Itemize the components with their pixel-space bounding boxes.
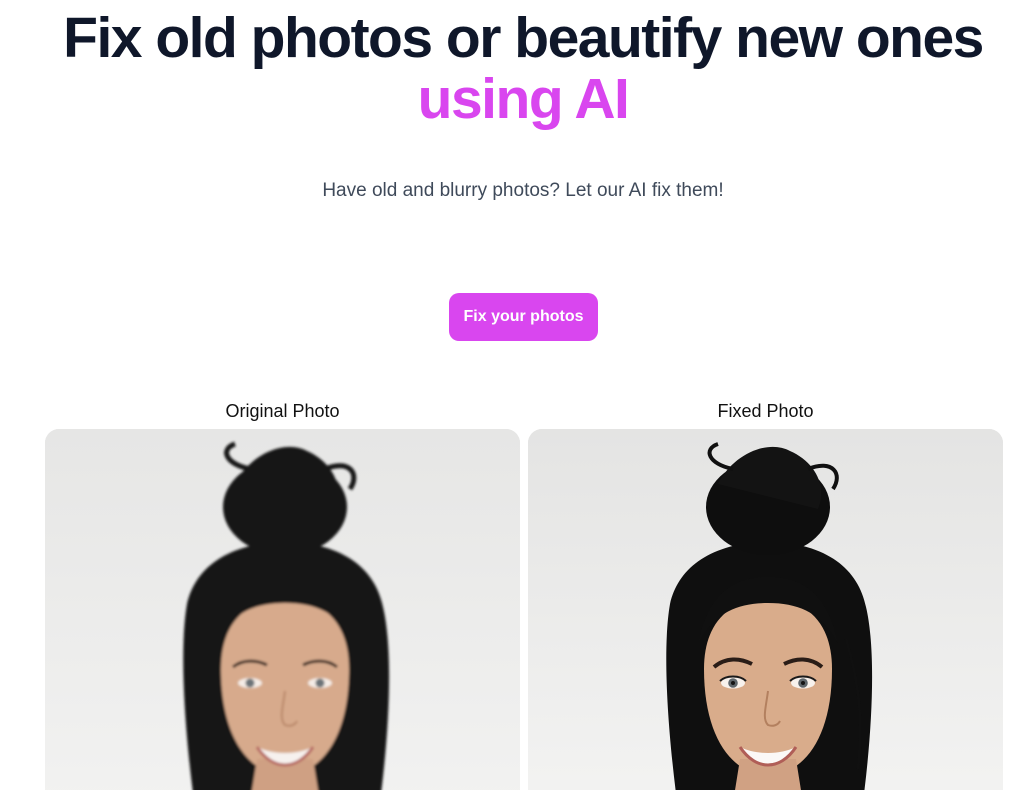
- fixed-photo: [528, 429, 1003, 790]
- hero-title-accent: using AI: [417, 67, 630, 131]
- hero-title: Fix old photos or beautify new ones usin…: [0, 8, 1012, 130]
- fix-photos-button[interactable]: Fix your photos: [449, 293, 598, 341]
- original-photo: [45, 429, 520, 790]
- hero-title-main: Fix old photos or beautify new ones: [63, 6, 984, 70]
- hero-subtitle: Have old and blurry photos? Let our AI f…: [322, 180, 724, 201]
- original-photo-label: Original Photo: [225, 401, 340, 421]
- landing-page: Fix old photos or beautify new ones usin…: [0, 0, 1012, 790]
- fixed-photo-label: Fixed Photo: [717, 401, 814, 421]
